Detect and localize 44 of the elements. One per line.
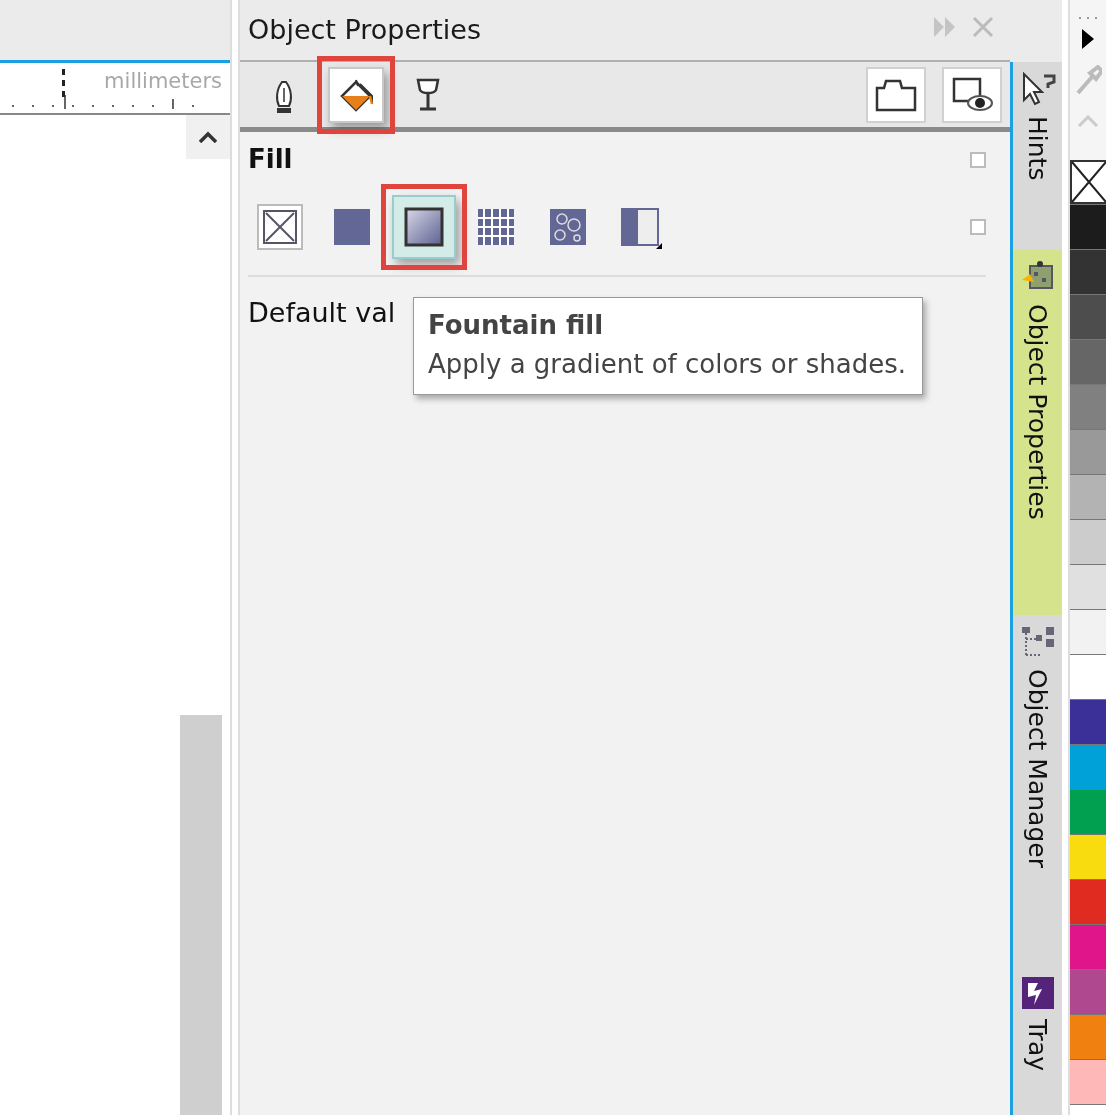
- double-arrow-icon: [934, 16, 956, 37]
- color-swatch[interactable]: [1070, 745, 1106, 790]
- play-arrow-icon: [1081, 28, 1095, 50]
- close-icon: [972, 15, 994, 38]
- default-values-label: Default val: [248, 296, 396, 330]
- color-swatch[interactable]: [1070, 610, 1106, 655]
- no-fill-icon: [256, 203, 304, 251]
- color-swatch[interactable]: [1070, 205, 1106, 250]
- guide-marker-icon: [62, 69, 65, 97]
- color-swatch[interactable]: [1070, 880, 1106, 925]
- ruler-unit-label: millimeters: [104, 68, 222, 96]
- no-color-swatch[interactable]: [1070, 160, 1106, 205]
- color-swatch[interactable]: [1070, 970, 1106, 1015]
- color-swatch[interactable]: [1070, 340, 1106, 385]
- checkbox[interactable]: [970, 219, 986, 235]
- panel-title: Object Properties: [248, 12, 482, 47]
- scroll-up-button[interactable]: [186, 115, 230, 159]
- color-swatch[interactable]: [1070, 835, 1106, 880]
- preview-button[interactable]: [942, 66, 1002, 123]
- docker-tab[interactable]: Object Properties: [1013, 250, 1062, 615]
- color-swatch[interactable]: [1070, 925, 1106, 970]
- chevron-up-icon: [199, 131, 217, 143]
- color-swatch[interactable]: [1070, 295, 1106, 340]
- color-swatch[interactable]: [1070, 430, 1106, 475]
- grip-dots-icon: [1078, 16, 1098, 20]
- folder-tab-icon: [874, 77, 918, 112]
- eyedropper-icon: [1074, 65, 1102, 95]
- color-swatch[interactable]: [1070, 520, 1106, 565]
- color-swatch[interactable]: [1070, 1060, 1106, 1105]
- scrollbar-track[interactable]: [180, 715, 222, 1115]
- chevron-up-icon: [1077, 115, 1099, 127]
- color-swatch[interactable]: [1070, 790, 1106, 835]
- color-swatch[interactable]: [1070, 700, 1106, 745]
- checkbox[interactable]: [970, 151, 986, 168]
- frame-button[interactable]: [866, 66, 926, 123]
- color-swatch[interactable]: [1070, 385, 1106, 430]
- color-swatch[interactable]: [1070, 1015, 1106, 1060]
- tooltip-text: Apply a gradient of colors or shades.: [428, 348, 906, 381]
- tooltip-title: Fountain fill: [428, 309, 605, 342]
- color-swatch[interactable]: [1070, 250, 1106, 295]
- section-title: Fill: [248, 143, 293, 176]
- tray-icon: [1019, 975, 1056, 1011]
- color-swatch[interactable]: [1070, 475, 1106, 520]
- color-swatch[interactable]: [1070, 565, 1106, 610]
